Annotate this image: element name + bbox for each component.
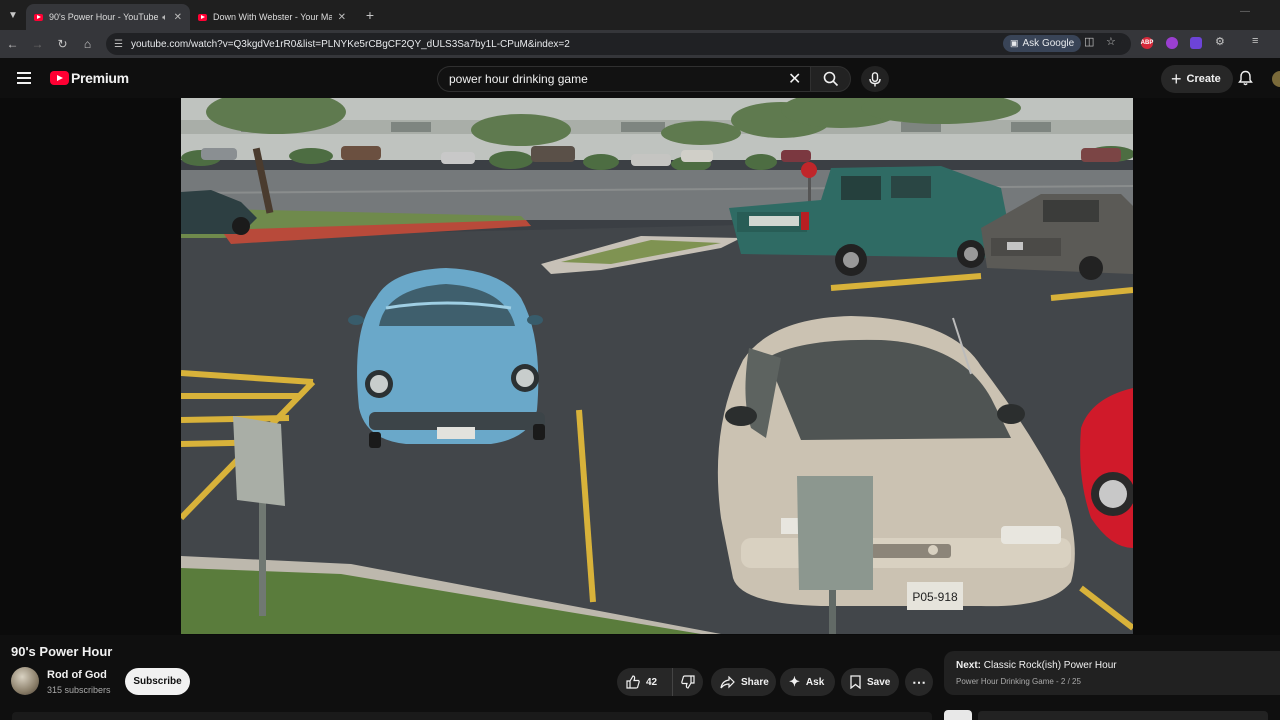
browser-tab[interactable]: Down With Webster - Your Man ✕ [190,4,354,30]
install-app-icon[interactable]: ◫ [1084,35,1094,48]
create-label: Create [1186,73,1221,85]
search-icon [823,71,838,87]
like-dislike-group: 42 [617,668,703,696]
sparkle-icon: ✦ [789,674,800,689]
subscriber-count: 315 subscribers [47,685,111,695]
abp-extension-icon[interactable]: ABP [1141,37,1153,49]
microphone-icon [869,71,881,86]
share-arrow-icon [720,675,735,688]
tab-search-chevron-icon[interactable]: ▼ [0,0,26,30]
google-lens-icon: ▣ [1010,38,1019,48]
like-count: 42 [646,676,658,688]
share-label: Share [741,676,769,688]
speaker-icon[interactable]: 🔈︎ [162,12,167,23]
clear-search-icon[interactable]: ✕ [788,69,801,89]
forward-arrow-icon[interactable]: → [25,37,50,51]
reading-list-icon[interactable]: ≡ [1252,35,1258,47]
browser-tab-active[interactable]: 90's Power Hour - YouTube 🔈︎ ✕ [26,4,190,30]
youtube-play-icon [50,71,69,85]
subscribe-button[interactable]: Subscribe [125,668,190,695]
shield-extension-icon[interactable] [1190,37,1202,49]
description-box-edge [12,712,932,720]
tab-title: Down With Webster - Your Man [213,12,332,22]
youtube-favicon-icon [198,13,207,21]
chip-active-edge [944,710,972,720]
tab-title: 90's Power Hour - YouTube [49,12,159,22]
video-frame-image: P05-918 [181,98,1133,634]
close-tab-icon[interactable]: ✕ [338,12,346,23]
notifications-bell-icon[interactable] [1238,70,1253,91]
plus-icon: + [1171,69,1182,89]
menu-hamburger-icon[interactable] [17,72,31,87]
reload-icon[interactable]: ↻ [50,37,75,51]
youtube-masthead: Premium power hour drinking game ✕ + Cre… [0,58,1280,98]
below-fold-strip [0,706,1280,720]
youtube-premium-logo[interactable]: Premium [50,70,129,86]
channel-name[interactable]: Rod of God [47,669,107,681]
new-tab-icon[interactable]: + [360,7,380,23]
up-next-card[interactable]: Next: Classic Rock(ish) Power Hour Power… [944,651,1280,695]
browser-tab-strip: ▼ 90's Power Hour - YouTube 🔈︎ ✕ Down Wi… [0,0,1280,30]
ask-label: Ask [805,676,825,688]
search-input[interactable]: power hour drinking game [437,66,810,92]
save-label: Save [867,676,891,688]
account-avatar[interactable] [1272,71,1280,87]
video-title: 90's Power Hour [11,644,113,659]
video-frame[interactable]: P05-918 [181,98,1133,634]
more-actions-button[interactable]: ⋯ [905,668,933,696]
up-next-heading: Next: Classic Rock(ish) Power Hour [956,660,1117,671]
thumbs-up-icon [626,675,640,689]
like-button[interactable]: 42 [617,668,673,696]
bookmark-star-icon[interactable]: ☆ [1106,35,1116,48]
create-button[interactable]: + Create [1161,65,1233,93]
channel-avatar[interactable] [11,667,39,695]
share-button[interactable]: Share [711,668,776,696]
url-text: youtube.com/watch?v=Q3kgdVe1rR0&list=PLN… [130,38,570,50]
up-next-prefix: Next: [956,660,982,671]
thumbs-down-icon [681,675,695,689]
ask-button[interactable]: ✦ Ask [780,668,835,696]
bookmark-icon [850,675,861,689]
extensions-puzzle-icon[interactable]: ⚙ [1215,35,1225,48]
ask-google-label: Ask Google [1022,38,1075,49]
site-info-icon[interactable]: ☰ [114,39,123,50]
purple-extension-icon[interactable] [1166,37,1178,49]
search-button[interactable] [810,66,851,92]
home-icon[interactable]: ⌂ [75,37,100,51]
playlist-position: Power Hour Drinking Game - 2 / 25 [956,677,1081,686]
address-bar[interactable]: ☰ youtube.com/watch?v=Q3kgdVe1rR0&list=P… [106,33,1131,55]
more-dots-icon: ⋯ [912,673,926,690]
youtube-favicon-icon [34,13,43,21]
dislike-button[interactable] [673,668,703,696]
close-tab-icon[interactable]: ✕ [174,12,182,23]
back-arrow-icon[interactable]: ← [0,37,25,51]
license-plate-text: P05-918 [912,590,958,604]
voice-search-button[interactable] [861,66,889,92]
chip-row-edge [978,711,1268,720]
minimize-window-icon[interactable]: — [1240,6,1250,17]
logo-wordmark: Premium [71,70,129,86]
up-next-title: Classic Rock(ish) Power Hour [983,660,1117,671]
search-query: power hour drinking game [449,72,588,86]
save-button[interactable]: Save [841,668,899,696]
ask-google-button[interactable]: ▣ Ask Google [1003,35,1082,52]
video-player[interactable]: P05-918 [0,98,1280,635]
